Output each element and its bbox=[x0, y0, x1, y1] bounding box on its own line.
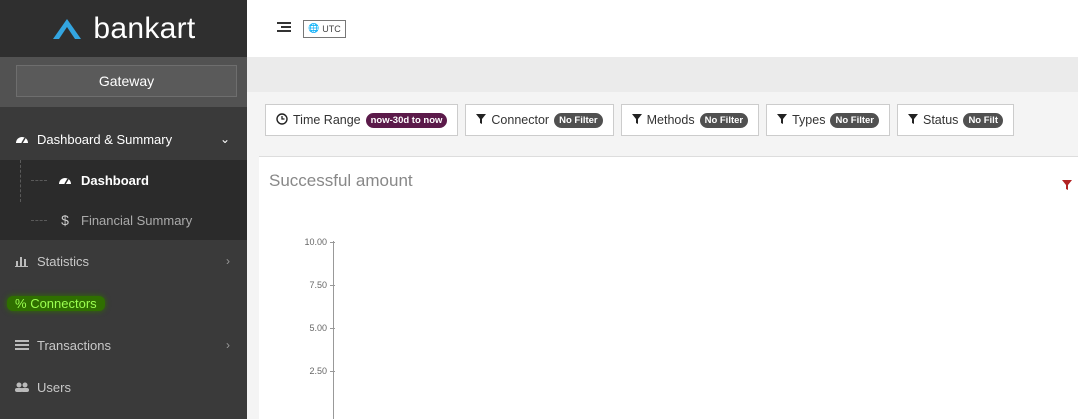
y-tick: 10.00 bbox=[259, 237, 335, 247]
y-tick-label: 7.50 bbox=[309, 280, 327, 290]
timezone-chip[interactable]: 🌐 UTC bbox=[303, 19, 346, 38]
sub-header-bar bbox=[247, 57, 1078, 92]
filter-icon bbox=[476, 113, 487, 127]
sidebar-item-dashboard-summary[interactable]: Dashboard & Summary ⌄ bbox=[0, 118, 247, 160]
top-bar: 🌐 UTC bbox=[247, 0, 1078, 57]
connector-filter[interactable]: Connector No Filter bbox=[465, 104, 614, 136]
sidebar-item-label: Transactions bbox=[37, 337, 111, 353]
list-icon bbox=[13, 339, 31, 351]
sidebar-item-label: Connectors bbox=[30, 295, 97, 311]
panel-title: Successful amount bbox=[269, 171, 413, 190]
link-icon: % bbox=[15, 295, 27, 311]
dashboard-submenu: Dashboard $ Financial Summary bbox=[0, 160, 247, 240]
gateway-section: Gateway bbox=[0, 57, 247, 107]
dashboard-icon bbox=[57, 174, 73, 186]
sidebar-item-transactions[interactable]: Transactions › bbox=[0, 324, 247, 366]
filter-badge: No Filter bbox=[699, 112, 749, 128]
users-icon bbox=[13, 381, 31, 393]
time-range-filter[interactable]: Time Range now-30d to now bbox=[265, 104, 459, 136]
brand[interactable]: bankart bbox=[0, 0, 247, 57]
y-tick-label: 10.00 bbox=[304, 237, 327, 247]
filter-bar: Time Range now-30d to now Connector No F… bbox=[265, 104, 1014, 136]
dashboard-icon bbox=[13, 133, 31, 145]
filter-icon[interactable] bbox=[1062, 177, 1072, 195]
chevron-down-icon: ⌄ bbox=[219, 132, 230, 146]
y-tick-label: 2.50 bbox=[309, 366, 327, 376]
filter-label: Status bbox=[923, 113, 959, 127]
sidebar-item-label: Dashboard & Summary bbox=[37, 131, 173, 147]
y-tick: 5.00 bbox=[259, 323, 335, 333]
filter-label: Types bbox=[792, 113, 826, 127]
globe-icon: 🌐 bbox=[308, 23, 320, 33]
filter-label: Time Range bbox=[293, 113, 361, 127]
filter-label: Methods bbox=[646, 113, 695, 127]
methods-filter[interactable]: Methods No Filter bbox=[620, 104, 760, 136]
filter-icon bbox=[908, 113, 918, 127]
y-tick-mark bbox=[330, 284, 335, 286]
clock-icon bbox=[276, 112, 288, 128]
dollar-icon: $ bbox=[61, 212, 69, 228]
status-filter[interactable]: Status No Filt bbox=[897, 104, 1014, 136]
brand-name: bankart bbox=[93, 11, 196, 45]
y-tick-mark bbox=[330, 327, 335, 329]
bar-chart-icon bbox=[13, 255, 31, 267]
connectors-highlight: % Connectors bbox=[7, 295, 105, 311]
sidebar: bankart Gateway Dashboard & Summary ⌄ Da… bbox=[0, 0, 247, 419]
sidebar-subitem-dashboard[interactable]: Dashboard bbox=[0, 160, 247, 200]
filter-icon bbox=[777, 113, 788, 127]
sidebar-item-statistics[interactable]: Statistics › bbox=[0, 240, 247, 282]
sidebar-menu: Dashboard & Summary ⌄ Dashboard $ Financ… bbox=[0, 118, 247, 408]
filter-label: Connector bbox=[491, 113, 550, 127]
sidebar-item-label: Statistics bbox=[37, 253, 90, 269]
logo-icon bbox=[53, 18, 82, 39]
types-filter[interactable]: Types No Filter bbox=[766, 104, 890, 136]
sidebar-item-label: Users bbox=[37, 379, 71, 395]
menu-toggle-icon[interactable] bbox=[277, 20, 291, 38]
chevron-right-icon: › bbox=[226, 338, 230, 352]
y-tick: 2.50 bbox=[259, 366, 335, 376]
time-range-badge: now-30d to now bbox=[365, 112, 448, 128]
y-tick-label: 5.00 bbox=[309, 323, 327, 333]
filter-icon bbox=[631, 113, 642, 127]
filter-badge: No Filter bbox=[830, 112, 879, 128]
filter-badge: No Filt bbox=[963, 112, 1003, 128]
sidebar-item-users[interactable]: Users bbox=[0, 366, 247, 408]
sidebar-item-connectors[interactable]: % Connectors bbox=[0, 282, 247, 324]
y-tick-mark bbox=[330, 241, 335, 243]
filter-badge: No Filter bbox=[554, 112, 603, 128]
sidebar-subitem-financial-summary[interactable]: $ Financial Summary bbox=[0, 200, 247, 240]
timezone-label: UTC bbox=[322, 23, 341, 34]
gateway-button[interactable]: Gateway bbox=[16, 65, 237, 97]
y-tick: 7.50 bbox=[259, 280, 335, 290]
chart-panel: Successful amount 10.00 7.50 5.00 2.50 bbox=[259, 156, 1078, 419]
subitem-label: Dashboard bbox=[81, 172, 149, 188]
chevron-right-icon: › bbox=[226, 254, 230, 268]
subitem-label: Financial Summary bbox=[81, 212, 193, 228]
y-tick-mark bbox=[330, 370, 335, 372]
